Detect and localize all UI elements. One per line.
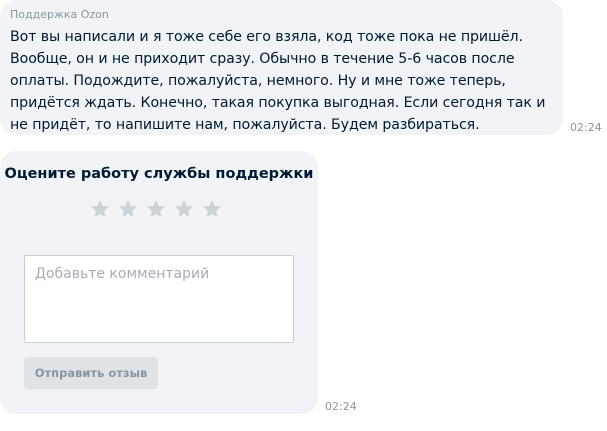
comment-input[interactable] bbox=[24, 255, 294, 343]
submit-review-button[interactable]: Отправить отзыв bbox=[24, 357, 158, 389]
star-4-icon[interactable] bbox=[174, 199, 194, 219]
rating-card-timestamp: 02:24 bbox=[325, 400, 357, 413]
chat-window: Поддержка Ozon Вот вы написали и я тоже … bbox=[0, 0, 607, 431]
message-text: Вот вы написали и я тоже себе его взяла,… bbox=[10, 29, 546, 133]
message-sender: Поддержка Ozon bbox=[10, 8, 109, 21]
star-5-icon[interactable] bbox=[202, 199, 222, 219]
star-1-icon[interactable] bbox=[90, 199, 110, 219]
rating-card: Оцените работу службы поддержки Отправит… bbox=[0, 151, 318, 414]
star-rating bbox=[90, 199, 222, 219]
star-3-icon[interactable] bbox=[146, 199, 166, 219]
rating-title: Оцените работу службы поддержки bbox=[4, 166, 314, 182]
star-2-icon[interactable] bbox=[118, 199, 138, 219]
message-timestamp: 02:24 bbox=[570, 121, 602, 134]
support-message-bubble: Поддержка Ozon Вот вы написали и я тоже … bbox=[0, 0, 563, 135]
